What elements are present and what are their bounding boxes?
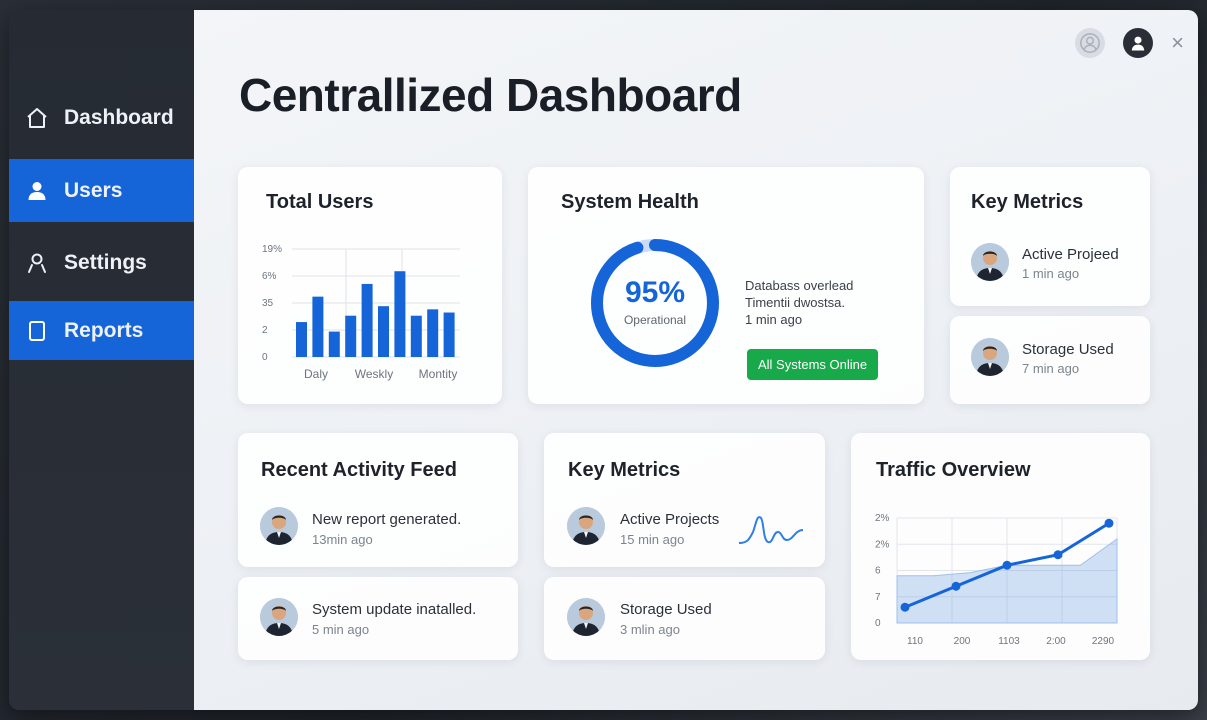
activity-time: 5 min ago xyxy=(312,622,370,637)
sparkline xyxy=(738,516,804,544)
data-point xyxy=(1053,550,1063,560)
health-message-1: Databass overlead xyxy=(745,278,854,293)
sidebar-item-reports[interactable]: Reports xyxy=(9,301,194,360)
y-tick-label: 2% xyxy=(875,513,890,524)
health-timestamp: 1 min ago xyxy=(745,312,803,327)
x-tick-label: 2290 xyxy=(1092,636,1115,647)
data-point xyxy=(1002,560,1012,570)
key-metrics-bottom-card-2: Storage Used 3 mlin ago xyxy=(544,577,825,660)
sidebar-item-label: Dashboard xyxy=(64,106,174,129)
x-tick-label: Daly xyxy=(304,367,328,381)
metric-time: 7 min ago xyxy=(1022,361,1080,376)
traffic-overview-card: Traffic Overview 2% 2% 6 7 0 110 200 1103 2:00 22… xyxy=(851,433,1150,660)
key-metrics-top-card: Key Metrics Active Projeed 1 min ago xyxy=(950,167,1150,306)
avatar xyxy=(567,507,605,545)
activity-title: New report generated. xyxy=(312,511,462,528)
data-point xyxy=(951,581,961,591)
y-tick-label: 7 xyxy=(875,592,881,603)
metric-title: Storage Used xyxy=(620,601,712,618)
bar xyxy=(296,322,307,357)
sidebar-item-users[interactable]: Users xyxy=(9,159,194,222)
y-tick-label: 2% xyxy=(875,539,890,550)
card-title: System Health xyxy=(561,191,699,213)
metric-time: 1 min ago xyxy=(1022,266,1080,281)
activity-time: 13min ago xyxy=(312,532,373,547)
key-metrics-bottom-card: Key Metrics Active Projects 15 min ago xyxy=(544,433,825,567)
bar xyxy=(394,271,406,357)
health-message-2: Timentii dwostsa. xyxy=(745,295,845,310)
bar xyxy=(345,315,357,357)
sidebar-item-settings[interactable]: Settings xyxy=(9,232,194,294)
x-tick-label: 200 xyxy=(954,636,971,647)
bar xyxy=(427,309,439,357)
status-badge: All Systems Online xyxy=(747,349,879,380)
bar xyxy=(443,312,455,357)
data-point xyxy=(1104,518,1114,528)
bar xyxy=(410,315,422,357)
avatar xyxy=(260,507,298,545)
key-metrics-top-card-2: Storage Used 7 min ago xyxy=(950,316,1150,404)
sidebar-item-dashboard[interactable]: Dashboard xyxy=(9,88,194,148)
activity-feed-card-2: System update inatalled. 5 min ago xyxy=(238,577,518,660)
sidebar-item-label: Reports xyxy=(64,318,144,342)
activity-feed-card: Recent Activity Feed New report generate… xyxy=(238,433,518,567)
activity-title: System update inatalled. xyxy=(312,601,477,618)
x-tick-label: 1103 xyxy=(998,636,1020,647)
avatar xyxy=(260,598,298,636)
data-point xyxy=(900,602,910,612)
avatar xyxy=(971,243,1009,281)
home-icon xyxy=(25,106,49,130)
y-tick-label: 2 xyxy=(262,325,268,336)
close-icon[interactable]: × xyxy=(1171,32,1184,54)
traffic-line-chart: 2% 2% 6 7 0 110 200 1103 2:00 2290 xyxy=(875,513,1118,647)
total-users-bar-chart: 19% 6% 35 2 0 Daly Weskly Montity xyxy=(262,244,460,381)
metric-title: Storage Used xyxy=(1022,341,1114,358)
sidebar-item-label: Settings xyxy=(64,251,147,274)
avatar xyxy=(971,338,1009,376)
page-title: Centrallized Dashboard xyxy=(239,69,742,121)
profile-ghost-icon[interactable] xyxy=(1075,28,1106,58)
document-icon xyxy=(25,319,49,343)
y-tick-label: 6 xyxy=(875,566,881,577)
app-window: Dashboard Users Settings Reports × Centr… xyxy=(9,10,1198,710)
total-users-card: Total Users 19% 6% 35 2 0 Daly Weskly Montity xyxy=(238,167,502,404)
user-icon xyxy=(25,179,49,203)
health-status: Operational xyxy=(623,313,687,327)
x-tick-label: 2:00 xyxy=(1046,636,1066,647)
x-tick-label: Weskly xyxy=(355,367,393,381)
metric-time: 3 mlin ago xyxy=(620,622,680,637)
bar xyxy=(312,296,324,357)
metric-title: Active Projects xyxy=(620,511,720,528)
metric-title: Active Projeed xyxy=(1022,246,1119,263)
top-icons: × xyxy=(1075,28,1184,58)
bar xyxy=(328,331,340,357)
sidebar: Dashboard Users Settings Reports xyxy=(9,10,194,710)
y-tick-label: 0 xyxy=(262,352,268,363)
card-title: Recent Activity Feed xyxy=(261,459,457,481)
account-icon[interactable] xyxy=(1123,28,1154,58)
x-tick-label: 110 xyxy=(907,636,923,647)
bar xyxy=(378,306,389,357)
card-title: Key Metrics xyxy=(971,191,1084,213)
y-tick-label: 6% xyxy=(262,271,277,282)
y-tick-label: 19% xyxy=(262,244,282,255)
y-tick-label: 0 xyxy=(875,618,881,629)
metric-time: 15 min ago xyxy=(620,532,685,547)
bar xyxy=(361,283,373,357)
main-content: × Centrallized Dashboard Total Users 19%… xyxy=(194,10,1198,710)
sidebar-item-label: Users xyxy=(64,178,123,202)
avatar xyxy=(567,598,605,636)
y-tick-label: 35 xyxy=(262,298,274,309)
health-percent: 95% xyxy=(624,276,686,309)
x-tick-label: Montity xyxy=(419,367,458,381)
card-title: Key Metrics xyxy=(568,459,681,481)
system-health-card: System Health 95% Operational Databass o… xyxy=(528,167,924,404)
person-outline-icon xyxy=(25,251,49,275)
